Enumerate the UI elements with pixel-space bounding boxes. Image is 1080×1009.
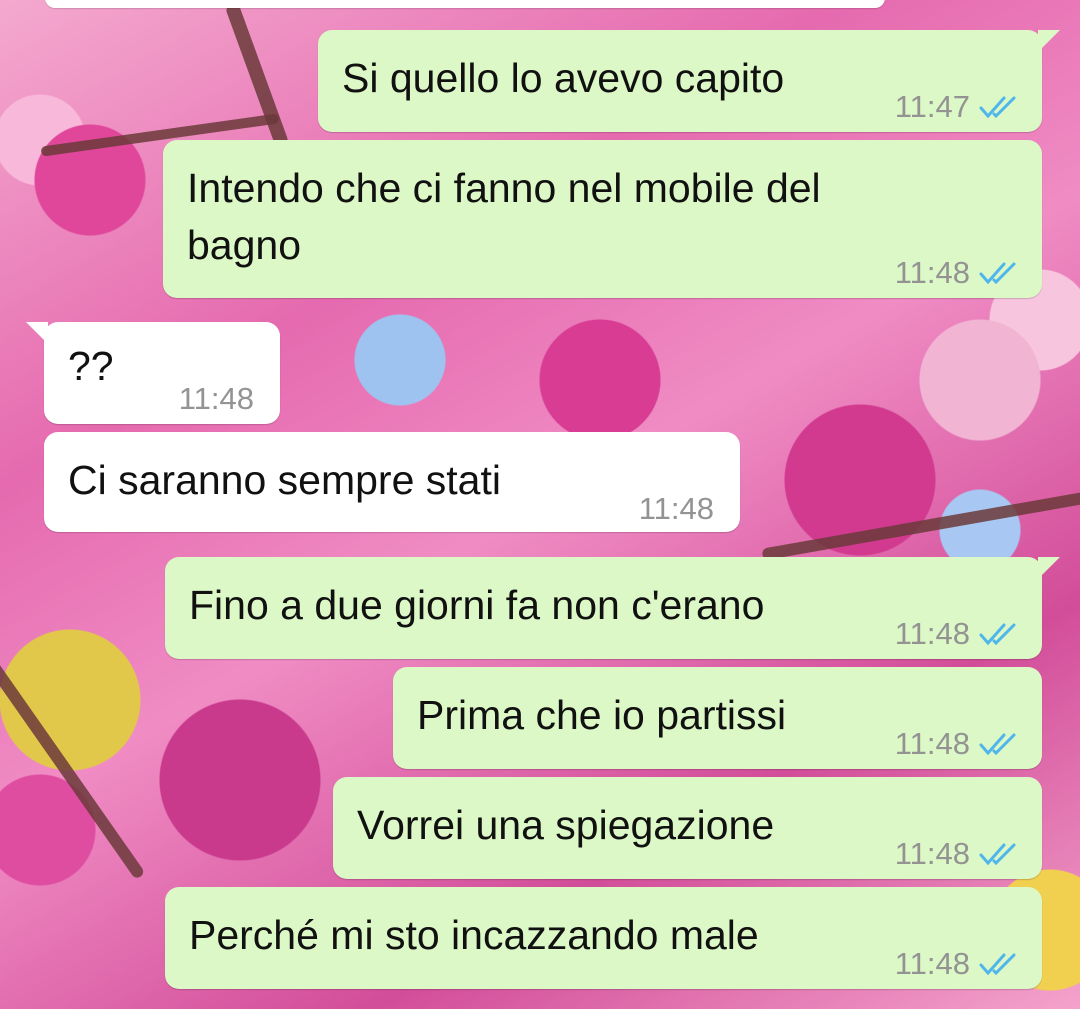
message-time: 11:48 xyxy=(894,616,970,651)
outgoing-message[interactable]: Fino a due giorni fa non c'erano 11:48 xyxy=(165,557,1060,662)
message-time: 11:47 xyxy=(894,89,970,124)
double-check-read-icon xyxy=(979,623,1016,645)
message-time: 11:48 xyxy=(638,491,714,526)
double-check-read-icon xyxy=(979,262,1016,284)
message-text: Ci saranno sempre stati xyxy=(68,457,501,503)
outgoing-message[interactable]: Vorrei una spiegazione 11:48 xyxy=(333,777,1042,879)
message-time: 11:48 xyxy=(894,726,970,761)
message-text: Fino a due giorni fa non c'erano xyxy=(189,582,765,628)
message-text: Prima che io partissi xyxy=(417,692,787,738)
message-text: Si quello lo avevo capito xyxy=(342,55,785,101)
double-check-read-icon xyxy=(979,96,1016,118)
message-time: 11:48 xyxy=(894,836,970,871)
double-check-read-icon xyxy=(979,733,1016,755)
message-text: Vorrei una spiegazione xyxy=(357,802,775,848)
double-check-read-icon xyxy=(979,843,1016,865)
outgoing-message[interactable]: Perché mi sto incazzando male 11:48 xyxy=(165,887,1042,989)
message-meta: 11:48 xyxy=(179,370,254,427)
message-meta: 11:48 xyxy=(895,244,1022,301)
message-text: Intendo che ci fanno nel mobile del xyxy=(187,165,821,211)
message-meta: 11:48 xyxy=(895,715,1022,772)
message-meta: 11:48 xyxy=(639,480,714,537)
message-meta: 11:48 xyxy=(895,605,1022,662)
outgoing-message[interactable]: Prima che io partissi 11:48 xyxy=(393,667,1042,769)
message-text: Perché mi sto incazzando male xyxy=(189,912,759,958)
double-check-read-icon xyxy=(979,953,1016,975)
message-time: 11:48 xyxy=(894,946,970,981)
wallpaper-branch xyxy=(0,660,146,880)
outgoing-message[interactable]: Si quello lo avevo capito 11:47 xyxy=(318,30,1060,135)
message-text: ?? xyxy=(68,343,114,389)
message-meta: 11:47 xyxy=(895,78,1022,135)
incoming-message[interactable]: ?? 11:48 xyxy=(26,322,280,427)
message-text-line2: bagno xyxy=(187,222,302,268)
outgoing-message[interactable]: Intendo che ci fanno nel mobile del bagn… xyxy=(163,140,1042,298)
previous-message-bubble[interactable] xyxy=(45,0,885,8)
incoming-message[interactable]: Ci saranno sempre stati 11:48 xyxy=(44,432,740,532)
message-meta: 11:48 xyxy=(895,935,1022,992)
message-meta: 11:48 xyxy=(895,825,1022,882)
message-time: 11:48 xyxy=(178,381,254,416)
wallpaper-branch xyxy=(761,491,1080,561)
message-time: 11:48 xyxy=(894,255,970,290)
